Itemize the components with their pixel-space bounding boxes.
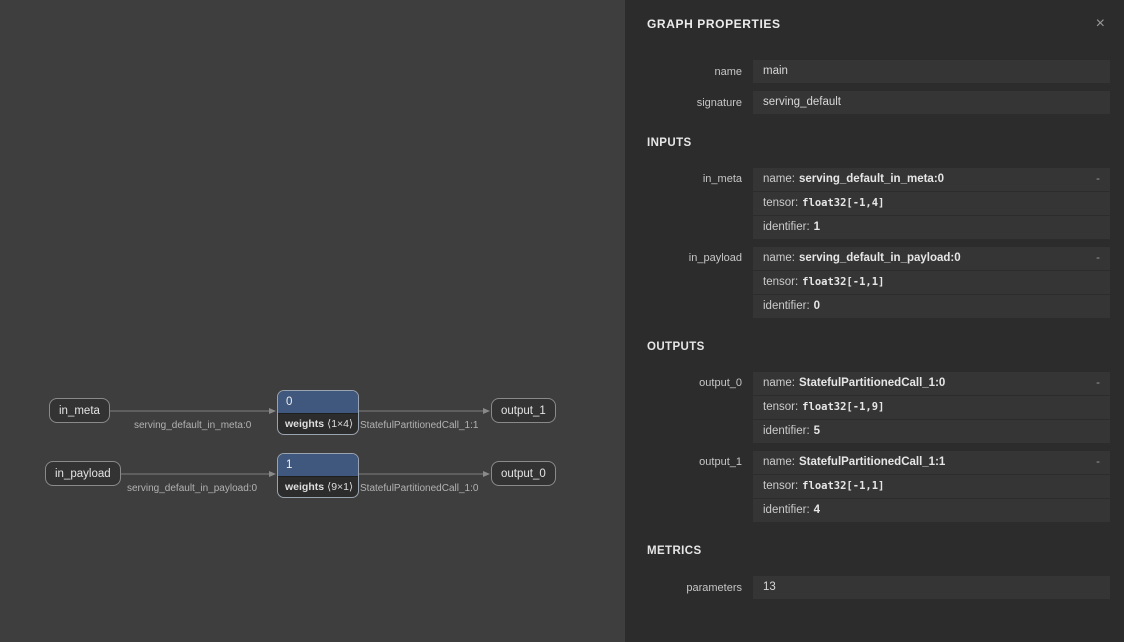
collapse-toggle[interactable]: -	[1096, 372, 1100, 395]
panel-header: GRAPH PROPERTIES ×	[625, 0, 1124, 47]
row-value: float32[-1,1]	[802, 271, 884, 294]
row-value: StatefulPartitionedCall_1:1	[799, 451, 945, 474]
graph-properties-panel: GRAPH PROPERTIES × name main signature s…	[625, 0, 1124, 642]
row-value: 1	[814, 216, 820, 239]
row-key: name:	[763, 247, 795, 270]
node-header: 1	[278, 454, 358, 476]
graph-node-weights-1[interactable]: 1 weights⟨9×1⟩	[277, 453, 359, 498]
node-op-label: weights	[285, 418, 324, 430]
graph-node-weights-0[interactable]: 0 weights⟨1×4⟩	[277, 390, 359, 435]
field-row-parameters: parameters 13	[625, 576, 1110, 599]
node-shape: ⟨1×4⟩	[327, 418, 353, 430]
node-op-label: weights	[285, 481, 324, 493]
graph-node-output-1[interactable]: output_1	[491, 398, 556, 423]
row-key: identifier:	[763, 420, 810, 443]
collapse-toggle[interactable]: -	[1096, 168, 1100, 191]
item-label: output_0	[625, 372, 742, 443]
row-value: float32[-1,4]	[802, 192, 884, 215]
row-key: identifier:	[763, 295, 810, 318]
name-row: name:serving_default_in_payload:0 -	[753, 247, 1110, 270]
graph-node-in-meta[interactable]: in_meta	[49, 398, 110, 423]
graph-canvas[interactable]: in_meta in_payload 0 weights⟨1×4⟩ 1 weig…	[0, 0, 625, 642]
node-label: output_0	[501, 468, 546, 480]
tensor-row: tensor:float32[-1,9]	[753, 396, 1110, 419]
identifier-row: identifier:4	[753, 499, 1110, 522]
row-value: serving_default_in_payload:0	[799, 247, 961, 270]
row-key: tensor:	[763, 271, 798, 294]
item-label: in_payload	[625, 247, 742, 318]
row-value: float32[-1,9]	[802, 396, 884, 419]
row-key: name:	[763, 372, 795, 395]
identifier-row: identifier:1	[753, 216, 1110, 239]
row-value: 0	[814, 295, 820, 318]
row-key: identifier:	[763, 216, 810, 239]
tensor-row: tensor:float32[-1,1]	[753, 475, 1110, 498]
graph-edges	[0, 0, 625, 642]
field-label: name	[625, 66, 742, 78]
row-value: StatefulPartitionedCall_1:0	[799, 372, 945, 395]
node-label: in_meta	[59, 405, 100, 417]
row-value: serving_default_in_meta:0	[799, 168, 944, 191]
tensor-row: tensor:float32[-1,4]	[753, 192, 1110, 215]
node-header: 0	[278, 391, 358, 413]
field-row-signature: signature serving_default	[625, 91, 1110, 114]
close-icon[interactable]: ×	[1096, 16, 1105, 32]
field-value-parameters[interactable]: 13	[753, 576, 1110, 599]
panel-title: GRAPH PROPERTIES	[647, 17, 781, 31]
node-label: output_1	[501, 405, 546, 417]
graph-node-in-payload[interactable]: in_payload	[45, 461, 121, 486]
identifier-row: identifier:0	[753, 295, 1110, 318]
node-label: in_payload	[55, 468, 111, 480]
tensor-row: tensor:float32[-1,1]	[753, 271, 1110, 294]
node-body: weights⟨1×4⟩	[278, 413, 358, 434]
name-row: name:StatefulPartitionedCall_1:1 -	[753, 451, 1110, 474]
node-body: weights⟨9×1⟩	[278, 476, 358, 497]
row-key: name:	[763, 451, 795, 474]
input-item-in-meta: in_meta name:serving_default_in_meta:0 -…	[625, 168, 1110, 239]
edge-label: serving_default_in_meta:0	[134, 420, 251, 431]
row-value: 4	[814, 499, 820, 522]
name-row: name:StatefulPartitionedCall_1:0 -	[753, 372, 1110, 395]
section-header-outputs: OUTPUTS	[647, 340, 1124, 354]
row-key: tensor:	[763, 192, 798, 215]
row-key: identifier:	[763, 499, 810, 522]
edge-label: serving_default_in_payload:0	[127, 483, 257, 494]
field-value-signature[interactable]: serving_default	[753, 91, 1110, 114]
field-row-name: name main	[625, 60, 1110, 83]
node-shape: ⟨9×1⟩	[327, 481, 353, 493]
graph-node-output-0[interactable]: output_0	[491, 461, 556, 486]
edge-label: StatefulPartitionedCall_1:1	[360, 420, 478, 431]
row-key: tensor:	[763, 396, 798, 419]
row-value: 5	[814, 420, 820, 443]
row-key: tensor:	[763, 475, 798, 498]
collapse-toggle[interactable]: -	[1096, 451, 1100, 474]
identifier-row: identifier:5	[753, 420, 1110, 443]
field-label: signature	[625, 97, 742, 109]
section-header-metrics: METRICS	[647, 544, 1124, 558]
output-item-output-0: output_0 name:StatefulPartitionedCall_1:…	[625, 372, 1110, 443]
output-item-output-1: output_1 name:StatefulPartitionedCall_1:…	[625, 451, 1110, 522]
collapse-toggle[interactable]: -	[1096, 247, 1100, 270]
input-item-in-payload: in_payload name:serving_default_in_paylo…	[625, 247, 1110, 318]
row-value: float32[-1,1]	[802, 475, 884, 498]
field-value-name[interactable]: main	[753, 60, 1110, 83]
field-label: parameters	[625, 582, 742, 594]
row-key: name:	[763, 168, 795, 191]
item-label: in_meta	[625, 168, 742, 239]
edge-label: StatefulPartitionedCall_1:0	[360, 483, 478, 494]
item-label: output_1	[625, 451, 742, 522]
section-header-inputs: INPUTS	[647, 136, 1124, 150]
name-row: name:serving_default_in_meta:0 -	[753, 168, 1110, 191]
